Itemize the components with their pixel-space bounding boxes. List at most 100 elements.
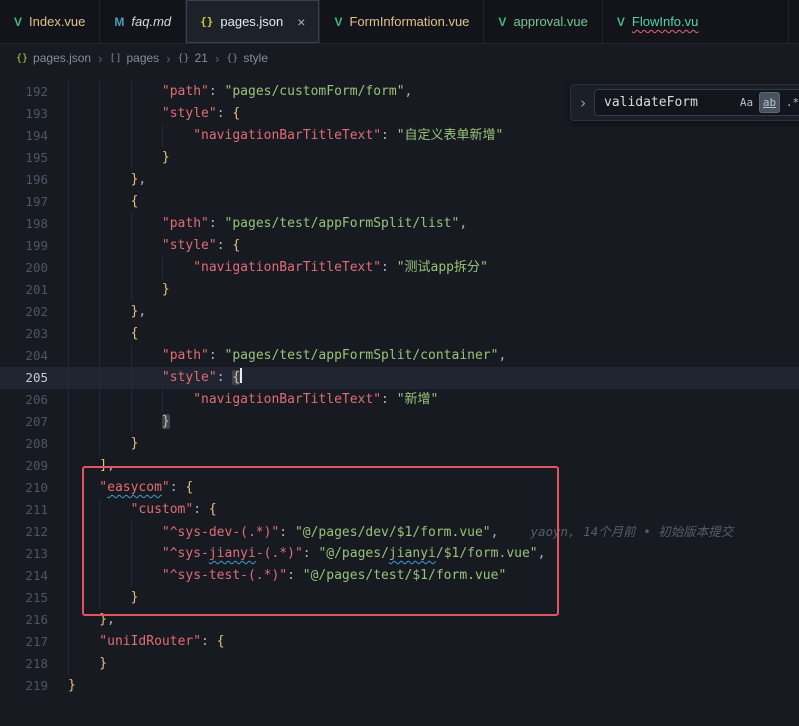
- tab-index-vue[interactable]: VIndex.vue: [0, 0, 100, 43]
- code-line[interactable]: 208}: [0, 433, 799, 455]
- code-token: ,: [107, 612, 115, 627]
- code-token: "@/pages/: [318, 546, 388, 561]
- indent-guide: [68, 565, 99, 587]
- whole-word-toggle[interactable]: ab: [759, 92, 780, 113]
- code-line[interactable]: 214"^sys-test-(.*)": "@/pages/test/$1/fo…: [0, 565, 799, 587]
- code-line[interactable]: 219}: [0, 675, 799, 697]
- code-line[interactable]: 199"style": {: [0, 235, 799, 257]
- vue-icon: V: [498, 15, 506, 29]
- indent-guide: [68, 301, 99, 323]
- vue-icon: V: [14, 15, 22, 29]
- line-number: 203: [0, 323, 48, 345]
- code-token: "path": [162, 84, 209, 99]
- code-line[interactable]: 203 {: [0, 323, 799, 345]
- line-content: "navigationBarTitleText": "新增": [48, 389, 438, 411]
- code-line[interactable]: 215}: [0, 587, 799, 609]
- code-line[interactable]: 207}: [0, 411, 799, 433]
- code-line[interactable]: 217"uniIdRouter": {: [0, 631, 799, 653]
- code-line[interactable]: 195}: [0, 147, 799, 169]
- indent-guide: [68, 499, 99, 521]
- regex-toggle[interactable]: .*: [782, 92, 799, 113]
- breadcrumb-item-pages[interactable]: []pages: [109, 51, 159, 65]
- code-token: }: [162, 414, 170, 429]
- indent-guide: [99, 323, 130, 345]
- indent-guide: [99, 411, 130, 433]
- find-query-text[interactable]: validateForm: [604, 95, 734, 110]
- breadcrumb-label: pages: [126, 51, 159, 65]
- line-content: "custom": {: [48, 499, 217, 521]
- breadcrumb-item-pages-json[interactable]: {}pages.json: [16, 51, 91, 65]
- indent-guide: [131, 345, 162, 367]
- line-number: 204: [0, 345, 48, 367]
- indent-guide: [99, 367, 130, 389]
- indent-guide: [99, 191, 130, 213]
- find-input[interactable]: validateForm Aa ab .*: [594, 89, 799, 116]
- line-content: "navigationBarTitleText": "自定义表单新增": [48, 125, 503, 147]
- line-number: 193: [0, 103, 48, 125]
- close-icon[interactable]: ×: [297, 14, 305, 30]
- code-line[interactable]: 197{: [0, 191, 799, 213]
- md-icon: M: [114, 15, 124, 29]
- indent-guide: [162, 125, 193, 147]
- line-number: 219: [0, 675, 48, 697]
- indent-guide: [68, 81, 99, 103]
- tab-pages-json[interactable]: {}pages.json×: [186, 0, 320, 43]
- code-line[interactable]: 209],: [0, 455, 799, 477]
- code-line[interactable]: 205"style": {: [0, 367, 799, 389]
- object-icon: {}: [178, 53, 190, 64]
- code-token: "style": [162, 370, 217, 385]
- indent-guide: [99, 125, 130, 147]
- line-number: 217: [0, 631, 48, 653]
- editor[interactable]: 192"path": "pages/customForm/form",193"s…: [0, 73, 799, 726]
- find-widget: › validateForm Aa ab .*: [570, 84, 799, 121]
- line-content: },: [48, 301, 146, 323]
- code-line[interactable]: 218}: [0, 653, 799, 675]
- code-line[interactable]: 200"navigationBarTitleText": "测试app拆分": [0, 257, 799, 279]
- code-area[interactable]: 192"path": "pages/customForm/form",193"s…: [0, 81, 799, 697]
- tab-flowinfo-vu[interactable]: VFlowInfo.vu: [603, 0, 790, 43]
- code-line[interactable]: 204"path": "pages/test/appFormSplit/cont…: [0, 345, 799, 367]
- code-line[interactable]: 202},: [0, 301, 799, 323]
- code-token: :: [381, 260, 397, 275]
- code-line[interactable]: 201}: [0, 279, 799, 301]
- code-line[interactable]: 194"navigationBarTitleText": "自定义表单新增": [0, 125, 799, 147]
- indent-guide: [68, 257, 99, 279]
- tab-approval-vue[interactable]: Vapproval.vue: [484, 0, 602, 43]
- toggle-replace-chevron-icon[interactable]: ›: [577, 94, 589, 112]
- code-token: :: [217, 106, 233, 121]
- line-number: 199: [0, 235, 48, 257]
- line-number: 205: [0, 367, 48, 389]
- code-line[interactable]: 210"easycom": {: [0, 477, 799, 499]
- code-line[interactable]: 196},: [0, 169, 799, 191]
- code-line[interactable]: 213"^sys-jianyi-(.*)": "@/pages/jianyi/$…: [0, 543, 799, 565]
- code-line[interactable]: 206"navigationBarTitleText": "新增": [0, 389, 799, 411]
- indent-guide: [99, 235, 130, 257]
- code-token: "^sys-test-(.*)": [162, 568, 287, 583]
- code-line[interactable]: 198"path": "pages/test/appFormSplit/list…: [0, 213, 799, 235]
- indent-guide: [162, 257, 193, 279]
- indent-guide: [68, 587, 99, 609]
- code-token: "uniIdRouter": [99, 634, 201, 649]
- code-line[interactable]: 212"^sys-dev-(.*)": "@/pages/dev/$1/form…: [0, 521, 799, 543]
- indent-guide: [131, 367, 162, 389]
- line-content: "path": "pages/test/appFormSplit/list",: [48, 213, 467, 235]
- line-content: "^sys-jianyi-(.*)": "@/pages/jianyi/$1/f…: [48, 543, 545, 565]
- code-token: {: [131, 326, 139, 341]
- line-content: "style": {: [48, 367, 242, 389]
- breadcrumb-separator: ›: [215, 51, 219, 66]
- tab-label: FlowInfo.vu: [632, 14, 698, 29]
- indent-guide: [99, 521, 130, 543]
- breadcrumb-item-style[interactable]: {}style: [226, 51, 268, 65]
- line-number: 215: [0, 587, 48, 609]
- indent-guide: [99, 103, 130, 125]
- tab-faq-md[interactable]: Mfaq.md: [100, 0, 186, 43]
- code-line[interactable]: 211"custom": {: [0, 499, 799, 521]
- breadcrumb-item-21[interactable]: {}21: [178, 51, 208, 65]
- code-line[interactable]: 216},: [0, 609, 799, 631]
- tab-forminformation-vue[interactable]: VFormInformation.vue: [320, 0, 484, 43]
- indent-guide: [99, 279, 130, 301]
- code-token: :: [303, 546, 319, 561]
- match-case-toggle[interactable]: Aa: [736, 92, 757, 113]
- indent-guide: [131, 235, 162, 257]
- code-token: ,: [538, 546, 546, 561]
